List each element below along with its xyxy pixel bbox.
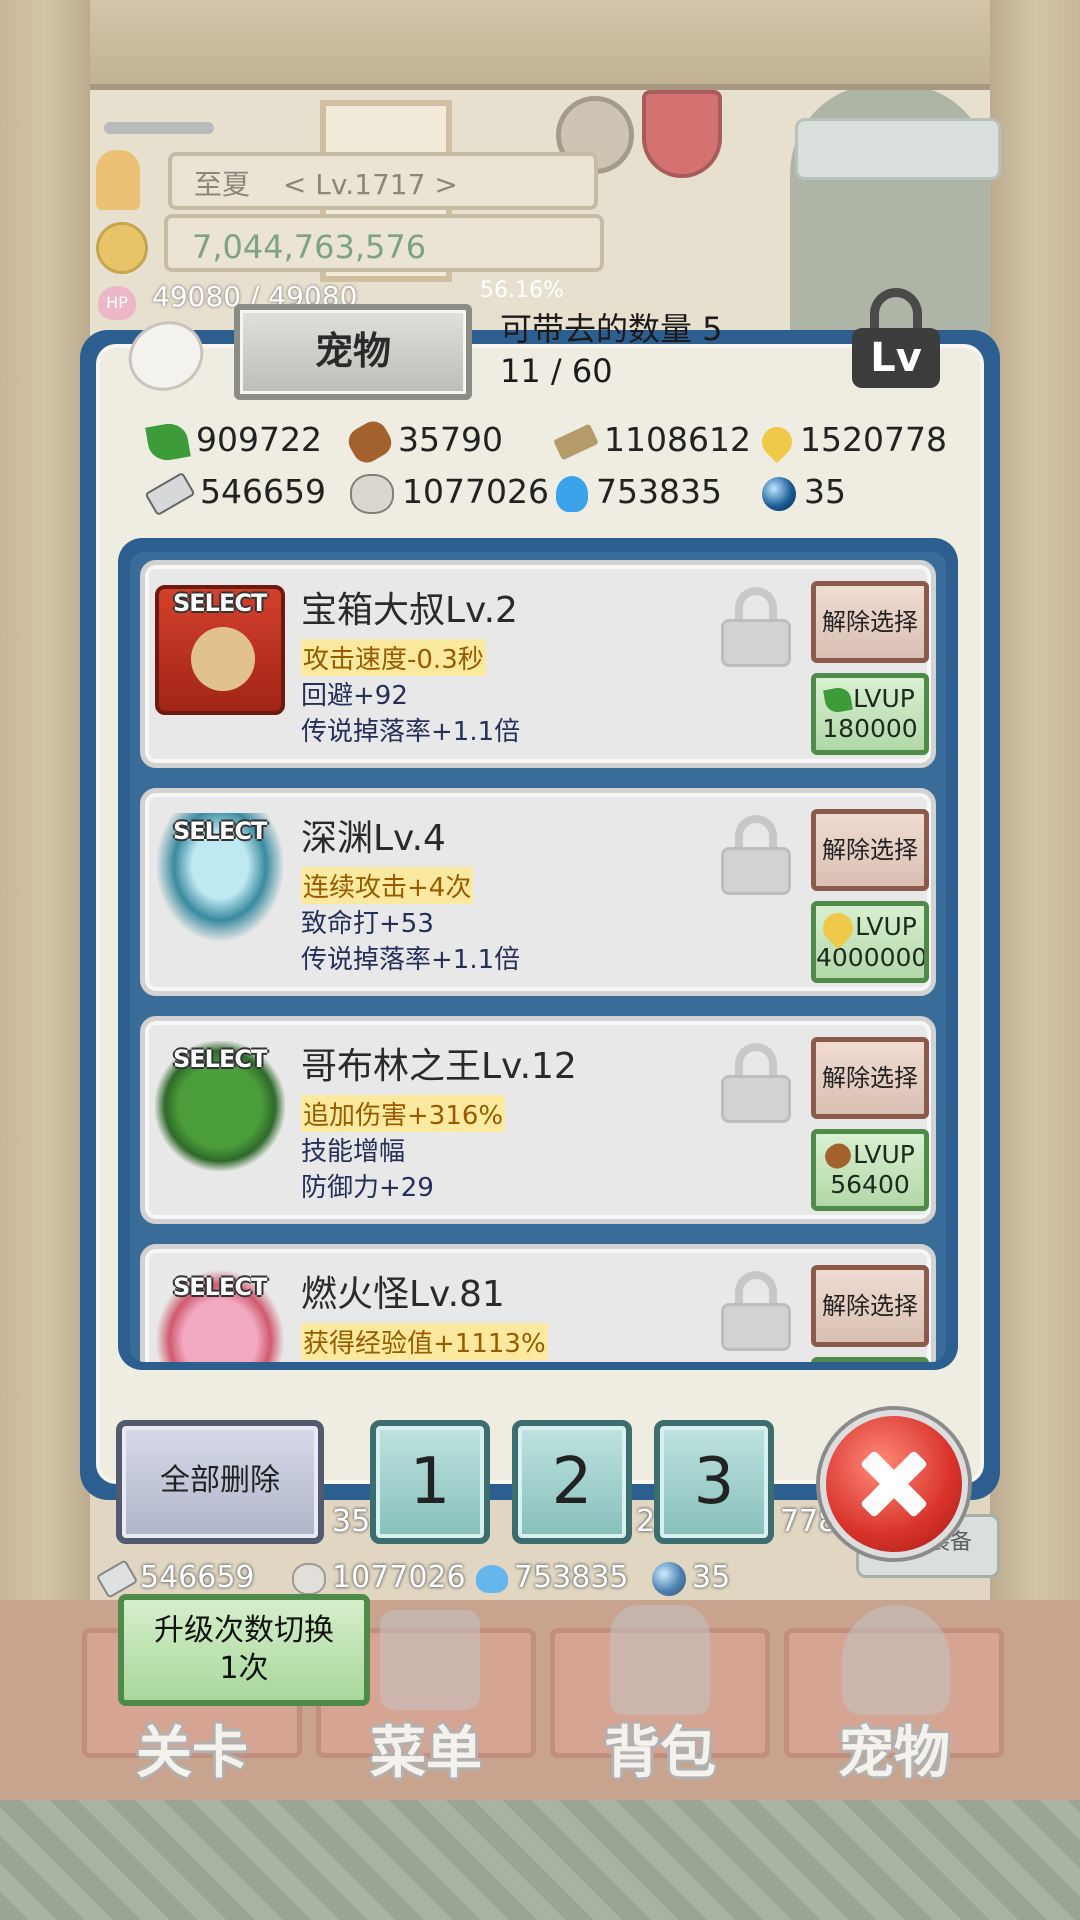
iron-ingot-icon <box>144 471 196 516</box>
pet-stat-highlight: 攻击速度-0.3秒 <box>301 639 486 676</box>
resource-item: 1520778 <box>755 418 947 463</box>
pet-card[interactable]: SELECT 深渊Lv.4 连续攻击+4次 致命打+53 传说掉落率+1.1倍 … <box>140 788 936 996</box>
lock-icon[interactable] <box>721 587 791 667</box>
preset-1-button[interactable]: 1 <box>370 1420 490 1544</box>
blue-flame-icon <box>556 475 588 512</box>
delete-all-button[interactable]: 全部删除 <box>116 1420 324 1544</box>
pet-stat-highlight: 连续攻击+4次 <box>301 867 474 904</box>
wood-log-icon <box>820 1139 856 1173</box>
resource-item: 35 <box>762 470 846 514</box>
lock-icon[interactable] <box>721 1043 791 1123</box>
pet-stat: 致命打+53 <box>301 909 434 939</box>
level-lock-button[interactable]: Lv <box>852 288 944 392</box>
stone-icon <box>350 473 394 514</box>
resource-item: 35790 <box>343 415 503 468</box>
deselect-button[interactable]: 解除选择 <box>811 1265 929 1347</box>
plank-icon <box>553 423 599 460</box>
ground-tiles <box>0 1800 1080 1920</box>
pet-name: 哥布林之王Lv.12 <box>301 1046 577 1087</box>
pet-card[interactable]: SELECT 燃火怪Lv.81 获得经验值+1113% 解除选择 <box>140 1244 936 1362</box>
select-tag: SELECT <box>173 1045 267 1073</box>
pet-stat: 传说掉落率+1.1倍 <box>301 945 521 975</box>
upgrade-toggle-label: 升级次数切换 <box>154 1613 334 1648</box>
pet-name: 深渊Lv.4 <box>301 818 446 859</box>
pet-stat: 回避+92 <box>301 681 408 711</box>
lv-lock-icon: Lv <box>852 328 940 388</box>
lock-icon[interactable] <box>721 1271 791 1351</box>
upgrade-count-toggle-button[interactable]: 升级次数切换 1次 <box>118 1594 370 1706</box>
resource-item: 1077026 <box>350 470 549 514</box>
select-tag: SELECT <box>173 589 267 617</box>
lvup-button[interactable] <box>811 1357 929 1362</box>
pet-title-tab[interactable]: 宠物 <box>234 304 472 400</box>
pet-card[interactable]: SELECT 宝箱大叔Lv.2 攻击速度-0.3秒 回避+92 传说掉落率+1.… <box>140 560 936 768</box>
resource-item: 753835 <box>556 470 722 514</box>
preset-2-button[interactable]: 2 <box>512 1420 632 1544</box>
pet-card[interactable]: SELECT 哥布林之王Lv.12 追加伤害+316% 技能增幅 防御力+29 … <box>140 1016 936 1224</box>
orb-icon <box>762 476 796 511</box>
close-icon[interactable] <box>820 1410 968 1558</box>
wood-log-icon <box>343 415 397 468</box>
drop-icon <box>755 420 799 463</box>
leaf-icon <box>823 685 854 715</box>
pet-name: 燃火怪Lv.81 <box>301 1274 505 1315</box>
resource-item: 546659 <box>144 470 326 516</box>
carry-limit-label: 可带去的数量 5 <box>500 310 723 348</box>
deselect-button[interactable]: 解除选择 <box>811 1037 929 1119</box>
preset-3-button[interactable]: 3 <box>654 1420 774 1544</box>
lock-icon[interactable] <box>721 815 791 895</box>
lvup-cost: 56400 <box>830 1170 910 1199</box>
deselect-button[interactable]: 解除选择 <box>811 809 929 891</box>
pet-name: 宝箱大叔Lv.2 <box>301 590 518 631</box>
select-tag: SELECT <box>173 1273 267 1301</box>
pet-stat: 技能增幅 <box>301 1137 406 1167</box>
lvup-button[interactable]: LVUP 180000 <box>811 673 929 755</box>
pet-stat-highlight: 获得经验值+1113% <box>301 1323 548 1360</box>
lvup-cost: 4000000 <box>816 943 928 972</box>
pet-list[interactable]: SELECT 宝箱大叔Lv.2 攻击速度-0.3秒 回避+92 传说掉落率+1.… <box>130 552 946 1362</box>
pet-stat: 传说掉落率+1.1倍 <box>301 717 521 747</box>
lvup-cost: 180000 <box>822 714 918 743</box>
lvup-button[interactable]: LVUP 56400 <box>811 1129 929 1211</box>
upgrade-toggle-value: 1次 <box>219 1651 269 1686</box>
deselect-button[interactable]: 解除选择 <box>811 581 929 663</box>
pet-stat: 防御力+29 <box>301 1173 434 1203</box>
lvup-button[interactable]: LVUP 4000000 <box>811 901 929 983</box>
carry-count: 11 / 60 <box>500 352 613 390</box>
resource-item: 909722 <box>145 418 322 463</box>
resource-item: 1108612 <box>553 418 751 462</box>
leaf-icon <box>145 420 191 463</box>
pet-stat-highlight: 追加伤害+316% <box>301 1095 506 1132</box>
select-tag: SELECT <box>173 817 267 845</box>
